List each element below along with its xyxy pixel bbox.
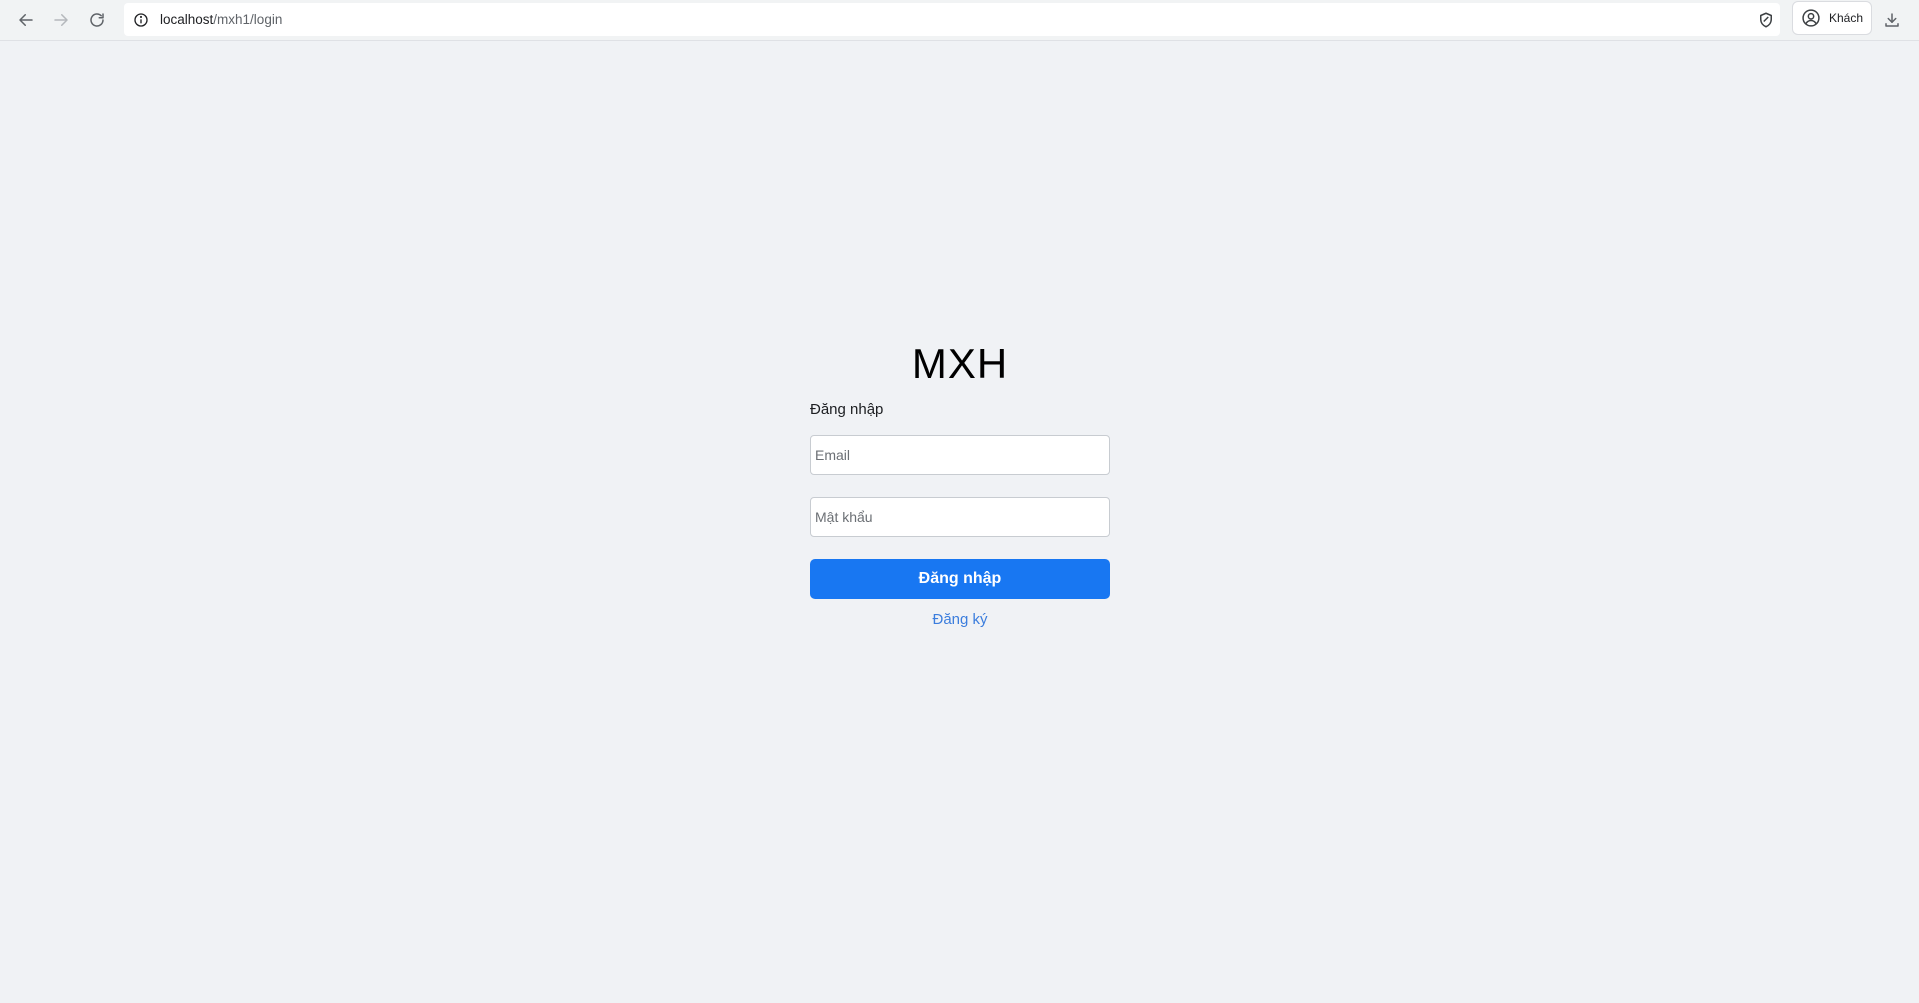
arrow-right-icon bbox=[54, 14, 68, 26]
url-text[interactable]: localhost/mxh1/login bbox=[160, 12, 282, 27]
account-circle-icon bbox=[1802, 9, 1820, 27]
password-input[interactable] bbox=[810, 497, 1110, 537]
profile-button[interactable]: Khách bbox=[1792, 1, 1872, 35]
browser-toolbar: localhost/mxh1/login Khách bbox=[0, 0, 1919, 41]
url-path: /mxh1/login bbox=[213, 12, 283, 27]
email-input[interactable] bbox=[810, 435, 1110, 475]
address-bar[interactable]: localhost/mxh1/login bbox=[124, 3, 1780, 36]
reload-button[interactable] bbox=[82, 5, 112, 35]
forward-button[interactable] bbox=[46, 5, 76, 35]
privacy-shield-button[interactable] bbox=[1751, 5, 1781, 35]
address-bar-field[interactable]: localhost/mxh1/login bbox=[124, 3, 1780, 36]
url-host: localhost bbox=[160, 12, 214, 27]
download-icon bbox=[1885, 13, 1899, 27]
login-button[interactable]: Đăng nhập bbox=[810, 559, 1110, 599]
back-button[interactable] bbox=[11, 5, 41, 35]
form-title: Đăng nhập bbox=[810, 401, 884, 418]
register-link[interactable]: Đăng ký bbox=[810, 611, 1110, 628]
profile-label: Khách bbox=[1829, 11, 1864, 25]
downloads-button[interactable] bbox=[1877, 5, 1907, 35]
brand-title: MXH bbox=[911, 340, 1009, 387]
login-form: MXH Đăng nhập Đăng nhập Đăng ký bbox=[810, 336, 1110, 628]
arrow-left-icon bbox=[19, 14, 33, 26]
shield-icon bbox=[1760, 12, 1772, 28]
site-info-icon[interactable] bbox=[132, 11, 149, 28]
reload-icon bbox=[90, 13, 104, 27]
